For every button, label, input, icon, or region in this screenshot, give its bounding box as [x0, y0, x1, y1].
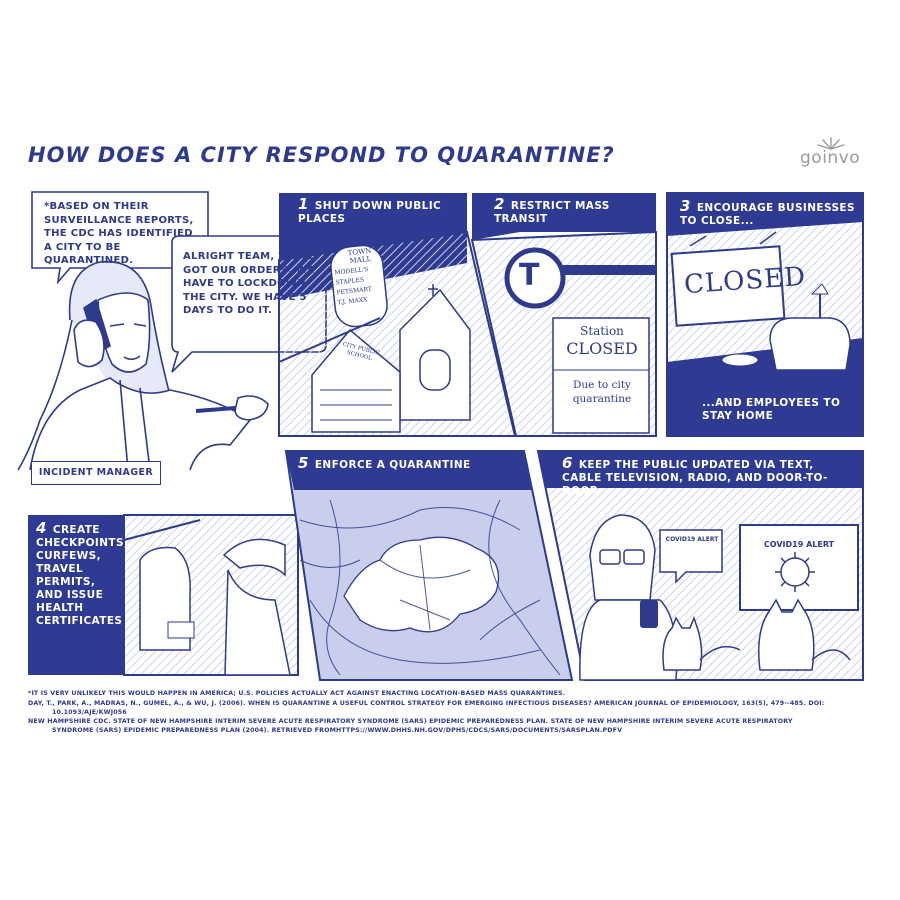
mall-store-list: MODELL'S STAPLES PETSMART T.J. MAXX	[334, 264, 384, 309]
panel-4-text: CREATE CHECKPOINTS, CURFEWS, TRAVEL PERM…	[36, 524, 129, 627]
panel-2-number: 2	[494, 195, 505, 213]
panel-4-caption: 4 CREATE CHECKPOINTS, CURFEWS, TRAVEL PER…	[36, 519, 128, 628]
panel-3-text: ENCOURAGE BUSINESSES TO CLOSE...	[680, 202, 855, 227]
footnote-ref-1-doi: 10.1093/AJE/KWJ056	[52, 709, 127, 716]
manager-bubble-text: ALRIGHT TEAM, WE'VE GOT OUR ORDERS. WE H…	[183, 251, 316, 316]
panel-5-text: ENFORCE A QUARANTINE	[314, 459, 471, 471]
panel-6-caption: 6 KEEP THE PUBLIC UPDATED VIA TEXT, CABLE…	[562, 454, 852, 498]
panel-3-subcaption: ...AND EMPLOYEES TO STAY HOME	[702, 397, 841, 422]
footnote-ref-1: DAY, T., PARK, A., MADRAS, N., GUMEL, A.…	[28, 700, 825, 707]
panel-2-text: RESTRICT MASS TRANSIT	[494, 200, 610, 225]
station-quarantine-note: Due to city quarantine	[560, 378, 644, 406]
station-closed-sign: Station CLOSED	[560, 324, 644, 359]
footnote-ref-2-cont: SYNDROME (SARS) EPIDEMIC PREPAREDNESS PL…	[52, 727, 623, 734]
comic-strip	[17, 191, 864, 681]
station-line-3: Due to city	[572, 379, 631, 391]
panel-6-number: 6	[562, 454, 573, 472]
intro-bubble-text: *BASED ON THEIR SURVEILLANCE REPORTS, TH…	[44, 201, 194, 266]
footnote-ref-2: NEW HAMPSHIRE CDC. STATE OF NEW HAMPSHIR…	[28, 718, 793, 725]
station-line-4: quarantine	[572, 393, 632, 405]
panel-1-text: SHUT DOWN PUBLIC PLACES	[298, 200, 442, 225]
panel-3-number: 3	[680, 197, 691, 215]
panel-1-number: 1	[298, 195, 309, 213]
panel-5-art	[284, 450, 574, 681]
footnote-disclaimer: *IT IS VERY UNLIKELY THIS WOULD HAPPEN I…	[28, 690, 566, 697]
panel-5-number: 5	[298, 454, 309, 472]
station-line-2: CLOSED	[566, 339, 638, 358]
t-logo: T	[519, 258, 540, 293]
panel-1-caption: 1 SHUT DOWN PUBLIC PLACES	[298, 195, 458, 226]
panel-2-caption: 2 RESTRICT MASS TRANSIT	[494, 195, 644, 226]
panel-4-number: 4	[36, 519, 47, 537]
station-line-1: Station	[580, 324, 624, 338]
phone-alert-text: COVID19 ALERT	[665, 536, 719, 543]
incident-manager-label: INCIDENT MANAGER	[31, 461, 161, 485]
tv-alert-text: COVID19 ALERT	[763, 540, 835, 549]
panel-3-caption: 3 ENCOURAGE BUSINESSES TO CLOSE...	[680, 197, 855, 228]
panel-5-caption: 5 ENFORCE A QUARANTINE	[298, 454, 498, 472]
panel-6-text: KEEP THE PUBLIC UPDATED VIA TEXT, CABLE …	[562, 459, 828, 497]
